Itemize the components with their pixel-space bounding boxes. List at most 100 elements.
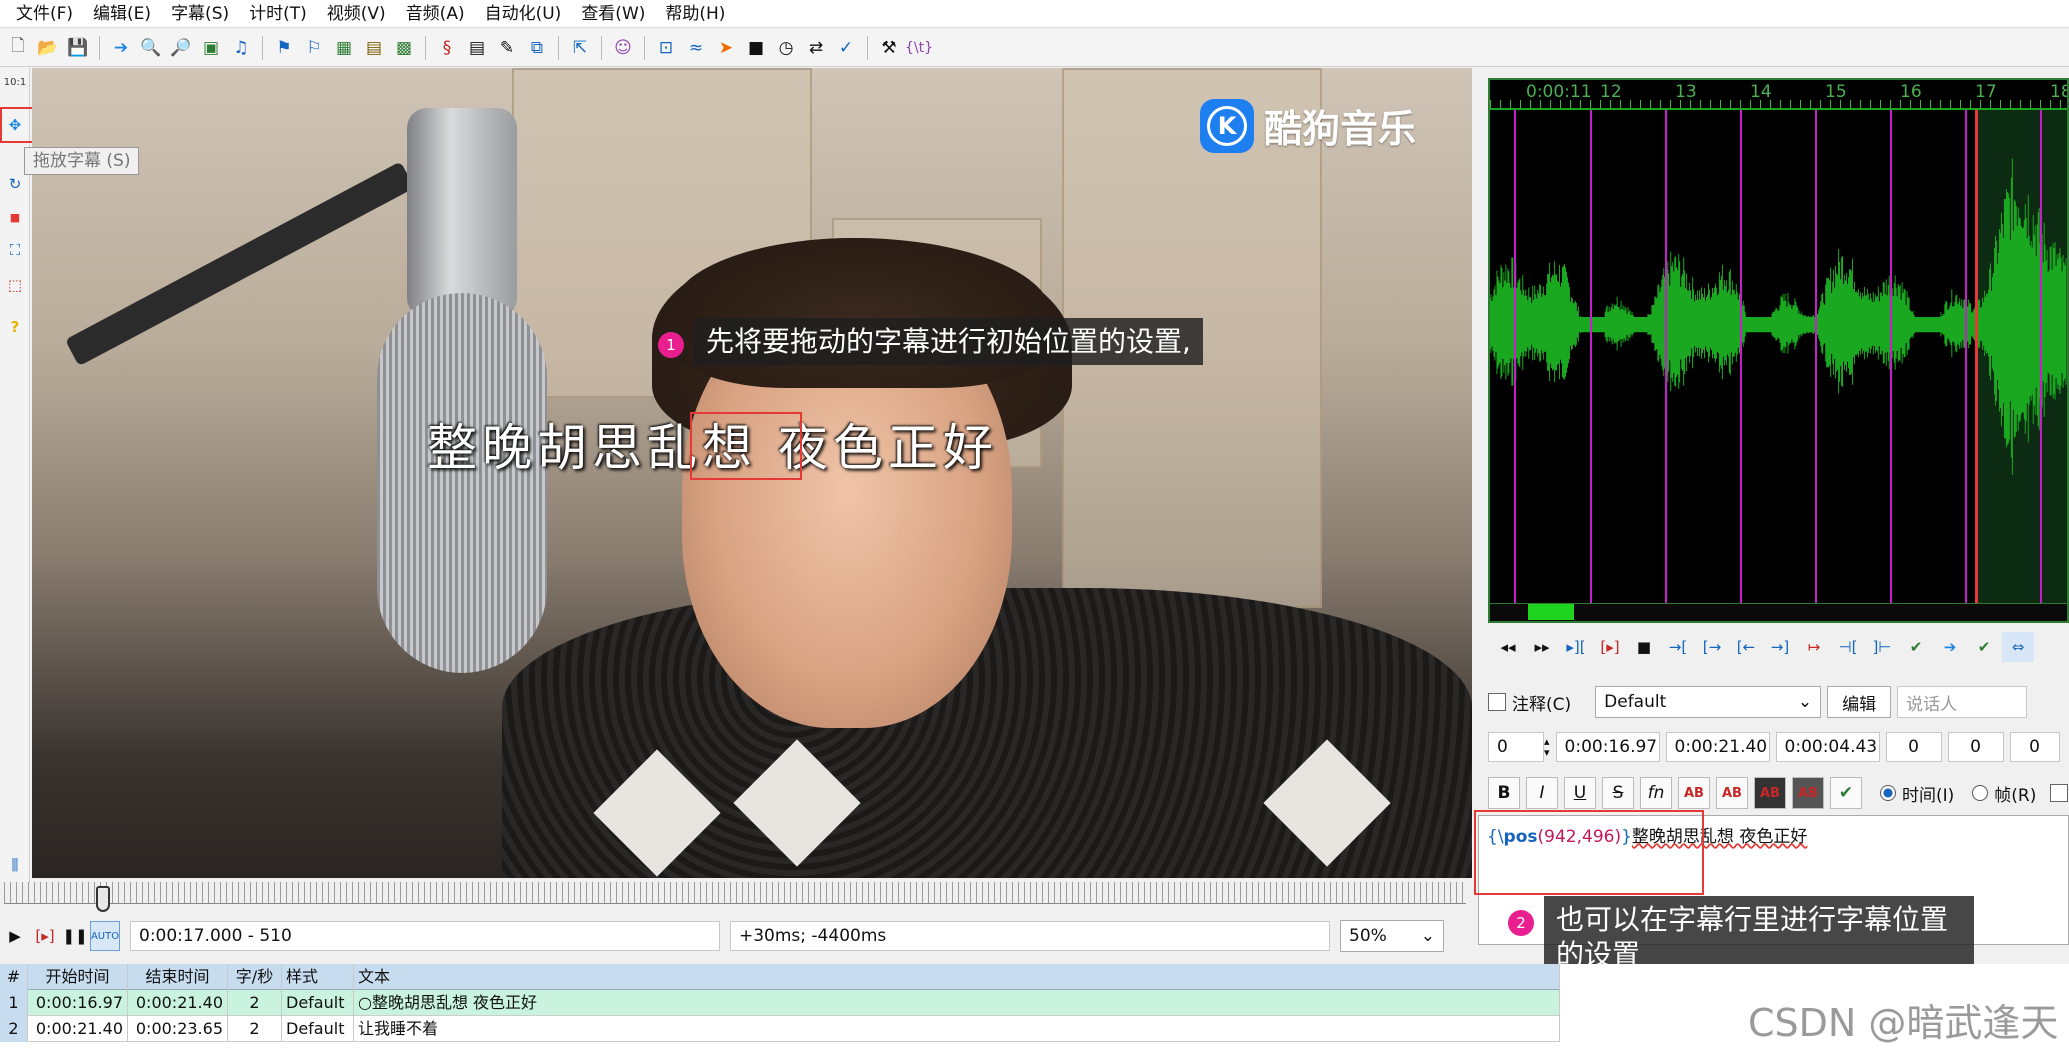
jump-icon[interactable]: ➔ — [107, 34, 135, 62]
shadow-color-button[interactable]: AB — [1792, 777, 1824, 809]
col-style[interactable]: 样式 — [282, 964, 354, 990]
play-end-before-icon[interactable]: [← — [1730, 632, 1762, 662]
menu-file[interactable]: 文件(F) — [6, 0, 83, 28]
play-end-after-icon[interactable]: →] — [1764, 632, 1796, 662]
time-frame-display[interactable]: 0:00:17.000 - 510 — [130, 921, 720, 951]
avatar-icon[interactable]: ☺ — [609, 34, 637, 62]
play-to-end-icon[interactable]: ↦ — [1798, 632, 1830, 662]
audio-icon[interactable]: ♫ — [227, 34, 255, 62]
play-line-icon[interactable]: [▸] — [30, 921, 60, 951]
frame-radio[interactable] — [1972, 785, 1989, 801]
video-icon[interactable]: ▣ — [197, 34, 225, 62]
selection-start-line[interactable] — [1975, 110, 1978, 605]
layer-spinner-icon[interactable]: ▴ ▾ — [1544, 736, 1550, 758]
play-icon[interactable]: ▶ — [0, 921, 30, 951]
play-before-icon[interactable]: →[ — [1662, 632, 1694, 662]
video-preview[interactable]: K 酷狗音乐 整晚胡思乱想 夜色正好 — [32, 68, 1472, 878]
end-time-input[interactable]: 0:00:21.40 — [1665, 732, 1770, 762]
zoom-select[interactable]: 50% ⌄ — [1340, 920, 1444, 952]
col-cps[interactable]: 字/秒 — [228, 964, 282, 990]
comment-checkbox[interactable] — [1488, 693, 1506, 711]
pause-icon[interactable]: ❚❚ — [60, 921, 90, 951]
rotate-z-icon[interactable]: ↻ — [3, 172, 27, 196]
style-select[interactable]: Default ⌄ — [1595, 686, 1822, 718]
margin-left-input[interactable]: 0 — [1885, 732, 1942, 762]
menu-subtitle[interactable]: 字幕(S) — [161, 0, 239, 28]
edit-style-button[interactable]: 编辑 — [1827, 686, 1892, 718]
menu-automation[interactable]: 自动化(U) — [475, 0, 572, 28]
zoom-in-icon[interactable]: 🔍 — [137, 34, 165, 62]
bookmark-icon[interactable]: ⚑ — [270, 34, 298, 62]
shift-icon[interactable]: ⇄ — [802, 34, 830, 62]
script-icon[interactable]: § — [433, 34, 461, 62]
layer-input[interactable]: 0 — [1488, 732, 1544, 762]
extra-checkbox[interactable] — [2050, 784, 2069, 802]
tools-icon[interactable]: ⚒ — [875, 34, 903, 62]
doc-icon[interactable]: ▤ — [463, 34, 491, 62]
rendered-subtitle[interactable]: 整晚胡思乱想 夜色正好 — [427, 408, 998, 480]
margin-vertical-input[interactable]: 0 — [2009, 732, 2060, 762]
clock-icon[interactable]: ◷ — [772, 34, 800, 62]
menu-video[interactable]: 视频(V) — [317, 0, 396, 28]
clip-red-icon[interactable]: ■ — [3, 205, 27, 229]
copy-icon[interactable]: ⧉ — [523, 34, 551, 62]
pencil-icon[interactable]: ✎ — [493, 34, 521, 62]
waveform-icon[interactable]: ≈ — [682, 34, 710, 62]
table-row[interactable]: 2 0:00:21.40 0:00:23.65 2 Default 让我睡不着 — [0, 1016, 1560, 1042]
auto-scroll-audio-icon[interactable]: ⇔ — [2002, 632, 2034, 662]
play-selection-icon[interactable]: ▸][ — [1560, 632, 1592, 662]
zoom-ratio-label[interactable]: 10:1 — [3, 70, 27, 94]
arrow-icon[interactable]: ➤ — [712, 34, 740, 62]
duration-input[interactable]: 0:00:04.43 — [1775, 732, 1880, 762]
audio-waveform-panel[interactable]: 0:00:11 12 13 14 15 16 17 18 — [1488, 78, 2069, 623]
audio-bars-icon[interactable]: ⫼ — [3, 853, 27, 877]
lead-in-icon[interactable]: ⊣[ — [1832, 632, 1864, 662]
audio-scroll-thumb[interactable] — [1528, 604, 1574, 620]
play-line-audio-icon[interactable]: [▸] — [1594, 632, 1626, 662]
bold-button[interactable]: B — [1488, 777, 1520, 809]
spellcheck-icon[interactable]: ✓ — [832, 34, 860, 62]
stop-icon[interactable]: ■ — [742, 34, 770, 62]
commit-icon[interactable]: ✔ — [1900, 632, 1932, 662]
goto-icon[interactable]: ➔ — [1934, 632, 1966, 662]
help-icon[interactable]: ? — [3, 315, 27, 339]
next-line-icon[interactable]: ▸▸ — [1526, 632, 1558, 662]
menu-help[interactable]: 帮助(H) — [655, 0, 735, 28]
audio-scrollbar[interactable] — [1490, 603, 2067, 621]
font-button[interactable]: fn — [1640, 777, 1672, 809]
italic-button[interactable]: I — [1526, 777, 1558, 809]
actor-input[interactable]: 说话人 — [1897, 686, 2028, 718]
lua-icon[interactable]: {\t} — [905, 34, 933, 62]
auto-commit-icon[interactable]: ✔ — [1968, 632, 2000, 662]
outline-color-button[interactable]: AB — [1754, 777, 1786, 809]
save-icon[interactable]: 💾 — [64, 34, 92, 62]
open-file-icon[interactable]: 📂 — [34, 34, 62, 62]
keyframe-icon[interactable]: ▩ — [390, 34, 418, 62]
clip-rect-icon[interactable]: ⬚ — [3, 273, 27, 297]
margin-right-input[interactable]: 0 — [1947, 732, 2004, 762]
scale-icon[interactable]: ⛶ — [3, 238, 27, 262]
col-start[interactable]: 开始时间 — [28, 964, 128, 990]
video-seek-bar[interactable] — [4, 882, 1466, 904]
resample-icon[interactable]: ⇱ — [566, 34, 594, 62]
col-text[interactable]: 文本 — [354, 964, 1560, 990]
table-row[interactable]: 1 0:00:16.97 0:00:21.40 2 Default ○整晚胡思乱… — [0, 990, 1560, 1016]
lead-out-icon[interactable]: ]⊢ — [1866, 632, 1898, 662]
new-file-icon[interactable]: 🗋 — [4, 34, 32, 62]
drag-subtitle-tool-icon[interactable]: ✥ — [3, 113, 27, 137]
zoom-out-icon[interactable]: 🔎 — [167, 34, 195, 62]
stop-audio-icon[interactable]: ■ — [1628, 632, 1660, 662]
play-after-start-icon[interactable]: [→ — [1696, 632, 1728, 662]
secondary-color-button[interactable]: AB — [1716, 777, 1748, 809]
menu-timing[interactable]: 计时(T) — [239, 0, 317, 28]
col-end[interactable]: 结束时间 — [128, 964, 228, 990]
grid-icon[interactable]: ▦ — [330, 34, 358, 62]
menu-view[interactable]: 查看(W) — [571, 0, 655, 28]
menu-audio[interactable]: 音频(A) — [396, 0, 475, 28]
start-time-input[interactable]: 0:00:16.97 — [1555, 732, 1660, 762]
film-icon[interactable]: ▤ — [360, 34, 388, 62]
time-radio[interactable] — [1880, 785, 1896, 801]
menu-edit[interactable]: 编辑(E) — [83, 0, 161, 28]
commit-edit-button[interactable]: ✔ — [1830, 777, 1862, 809]
strikeout-button[interactable]: S — [1602, 777, 1634, 809]
